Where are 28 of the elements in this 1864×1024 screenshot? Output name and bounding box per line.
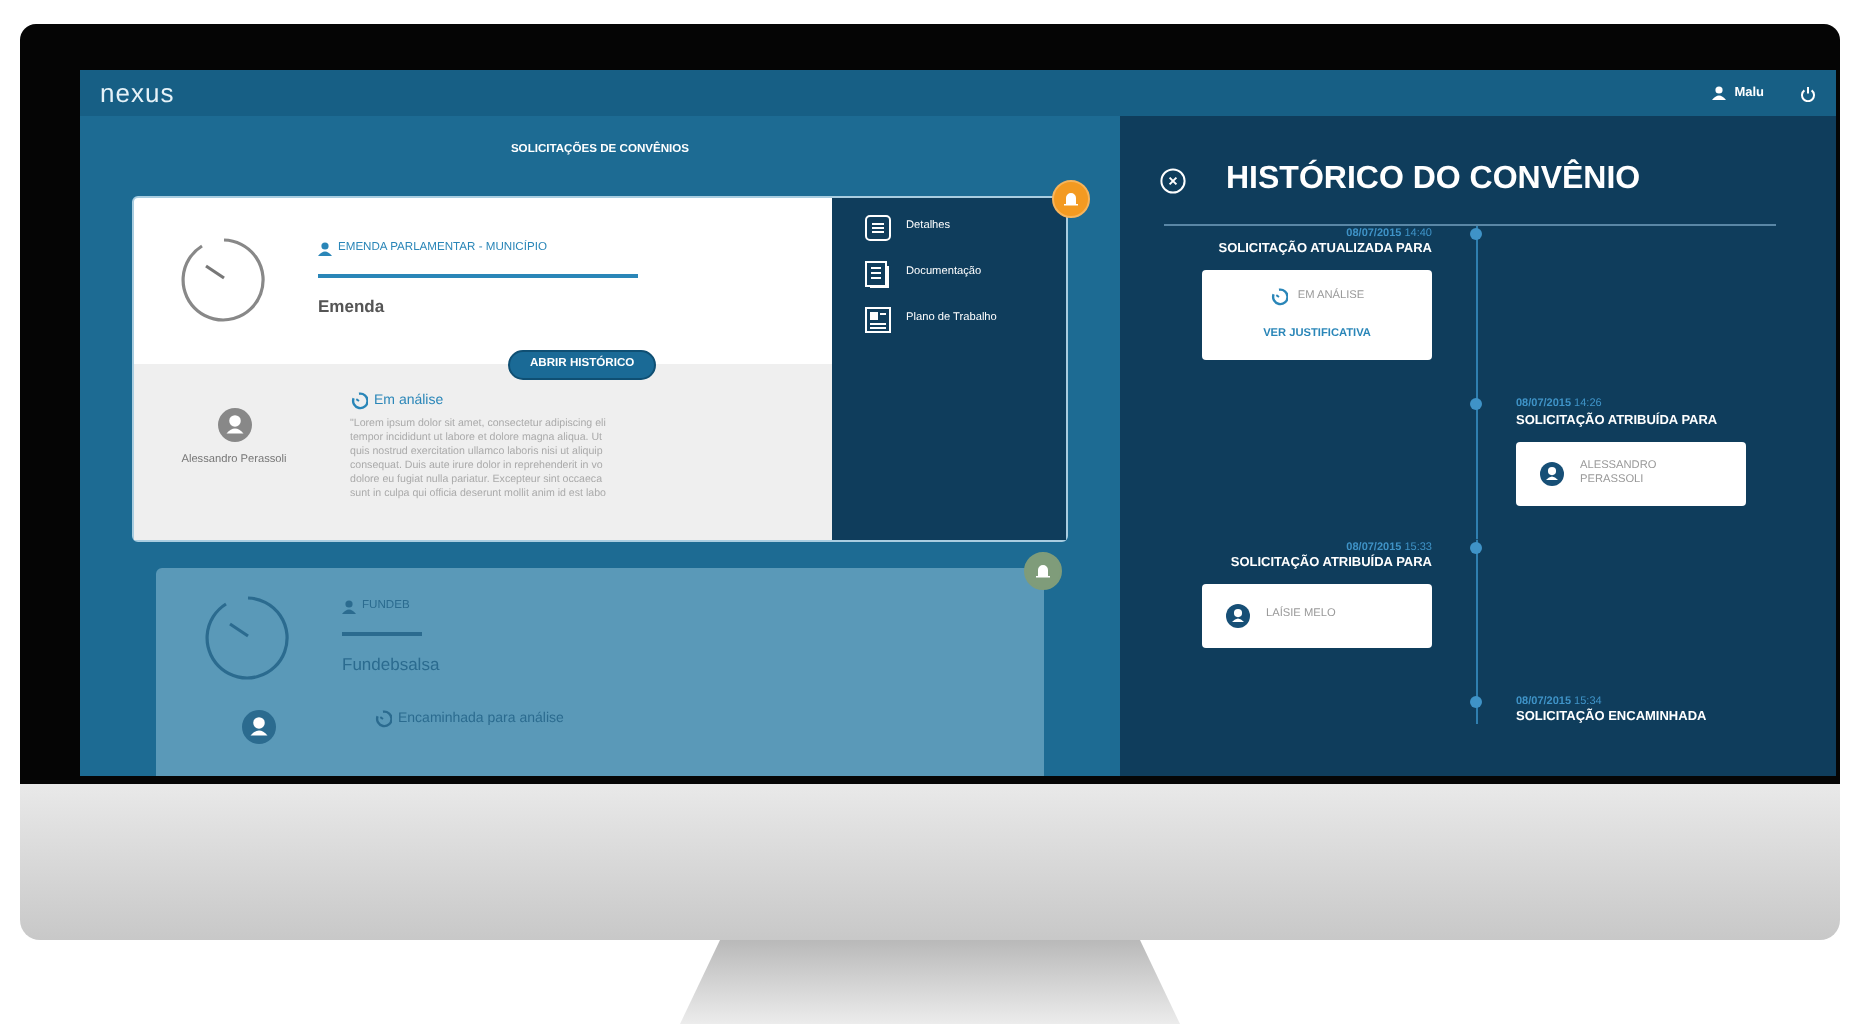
timeline-dot xyxy=(1470,695,1482,708)
close-icon[interactable] xyxy=(1160,167,1186,193)
avatar-icon xyxy=(1540,461,1564,485)
person-icon xyxy=(318,242,332,257)
avatar-icon xyxy=(1226,603,1250,628)
notification-bell[interactable] xyxy=(1024,551,1062,590)
refresh-icon xyxy=(374,710,392,729)
document-icon xyxy=(864,259,892,288)
plan-icon xyxy=(864,305,892,334)
request-name: Emenda xyxy=(318,294,387,320)
history-title: HISTÓRICO DO CONVÊNIO xyxy=(1226,157,1641,200)
bell-icon xyxy=(1034,561,1052,580)
timeline-dot xyxy=(1470,541,1482,553)
list-icon xyxy=(864,213,892,242)
person-icon xyxy=(1712,86,1727,100)
bell-icon xyxy=(1062,189,1080,208)
timeline-dot xyxy=(1470,228,1482,240)
clock-icon xyxy=(202,591,294,684)
power-icon[interactable] xyxy=(1800,85,1816,101)
clock-icon xyxy=(178,234,270,327)
refresh-icon xyxy=(350,392,368,411)
avatar-icon xyxy=(241,709,275,744)
app-logo: nexus xyxy=(100,75,175,112)
notification-bell[interactable] xyxy=(1052,179,1090,218)
person-icon xyxy=(342,599,356,614)
refresh-icon xyxy=(1269,288,1288,307)
timeline-dot xyxy=(1470,398,1482,411)
avatar-icon xyxy=(217,407,251,442)
